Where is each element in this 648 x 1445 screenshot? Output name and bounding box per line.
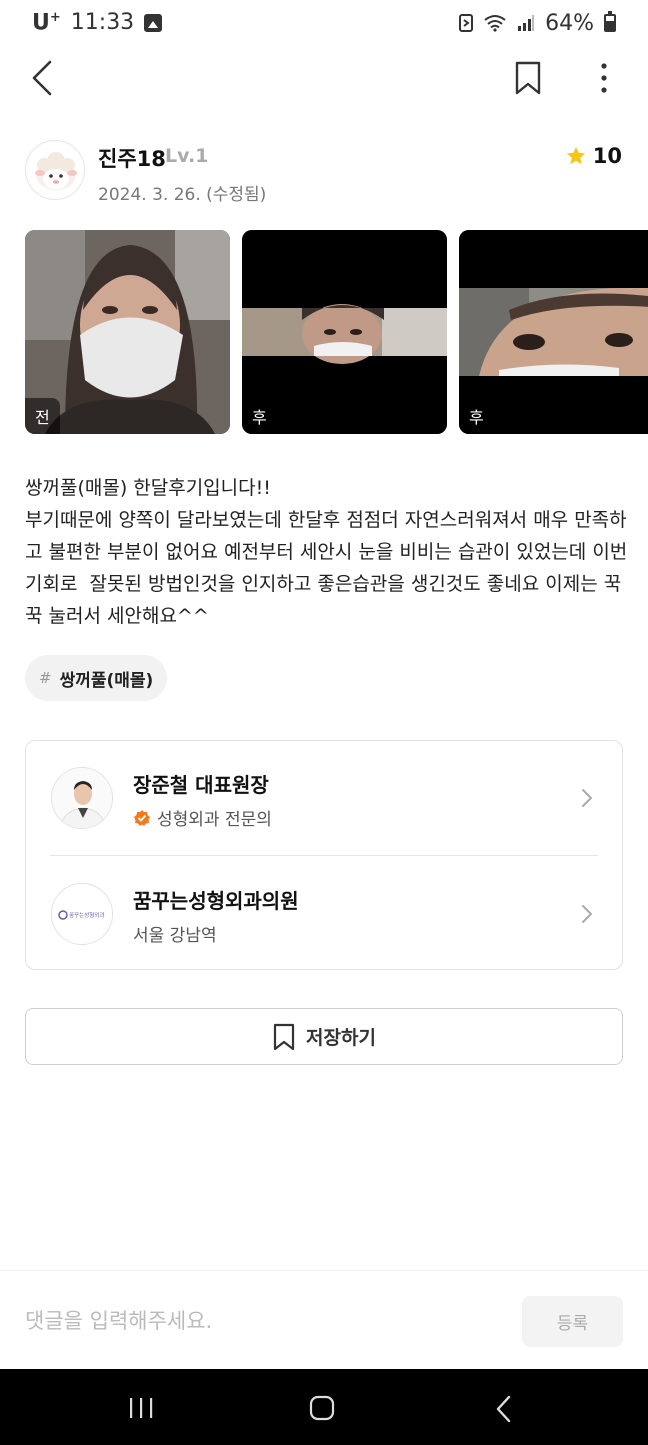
carrier-label: U+ xyxy=(32,10,61,35)
clinic-row[interactable]: 꿈꾸는성형외과 꿈꾸는성형외과의원 서울 강남역 xyxy=(26,857,622,971)
author-avatar[interactable] xyxy=(25,140,85,200)
post-body: 쌍꺼풀(매몰) 한달후기입니다!! 부기때문에 양쪽이 달라보였는데 한달후 점… xyxy=(25,477,628,627)
bookmark-icon xyxy=(515,61,541,95)
doctor-specialty: 성형외과 전문의 xyxy=(133,805,272,830)
back-button[interactable] xyxy=(28,58,60,98)
photo-carousel[interactable]: 전 후 후 xyxy=(25,230,648,434)
carrier-text: U xyxy=(32,10,50,36)
battery-icon xyxy=(604,11,616,32)
rating-value: 10 xyxy=(592,144,622,168)
clinic-logo: 꿈꾸는성형외과 xyxy=(51,883,113,945)
photo-after-2[interactable]: 후 xyxy=(459,230,648,434)
chevron-left-icon xyxy=(32,60,52,96)
rating: 10 xyxy=(565,144,622,168)
comment-input[interactable] xyxy=(25,1299,505,1343)
clinic-location: 서울 강남역 xyxy=(133,926,217,946)
more-options-button[interactable] xyxy=(588,58,620,98)
verified-badge-icon xyxy=(134,809,150,826)
status-left: U+ 11:33 xyxy=(32,10,163,36)
author-name[interactable]: 진주18 xyxy=(98,143,166,173)
post-date: 2024. 3. 26. (수정됨) xyxy=(98,185,267,205)
photo-before[interactable]: 전 xyxy=(25,230,230,434)
clinic-logo-icon: 꿈꾸는성형외과 xyxy=(52,884,112,944)
chevron-right-icon xyxy=(582,905,592,923)
bookmark-icon xyxy=(273,1023,295,1050)
carrier-plus: + xyxy=(49,10,61,26)
doctor-row[interactable]: 장준철 대표원장 성형외과 전문의 xyxy=(26,741,622,855)
status-bar: U+ 11:33 64% xyxy=(0,0,648,46)
wifi-icon xyxy=(484,15,506,32)
card-divider xyxy=(50,855,598,856)
clinic-logo-text: 꿈꾸는성형외과 xyxy=(69,911,104,919)
procedure-tag[interactable]: # 쌍꺼풀(매몰) xyxy=(25,655,168,701)
system-navigation-bar xyxy=(0,1369,648,1445)
photo-badge: 후 xyxy=(459,398,494,434)
doctor-portrait-icon xyxy=(52,768,112,828)
system-back-icon[interactable] xyxy=(495,1395,513,1423)
more-vertical-icon xyxy=(601,63,607,93)
star-icon xyxy=(566,146,585,165)
battery-percent: 64% xyxy=(545,10,594,36)
gallery-notification-icon xyxy=(144,13,163,32)
save-button[interactable]: 저장하기 xyxy=(25,1008,623,1065)
top-nav xyxy=(0,50,648,106)
sheep-avatar-icon xyxy=(35,152,77,190)
tag-label: 쌍꺼풀(매몰) xyxy=(59,670,154,691)
hash-icon: # xyxy=(39,669,52,687)
save-label: 저장하기 xyxy=(306,1027,376,1049)
doctor-clinic-card: 장준철 대표원장 성형외과 전문의 꿈꾸는성형외과 꿈꾸는성형외과의원 서울 강… xyxy=(25,740,623,970)
nfc-icon xyxy=(459,14,474,32)
home-icon[interactable] xyxy=(309,1395,335,1421)
photo-badge: 후 xyxy=(242,398,277,434)
doctor-name: 장준철 대표원장 xyxy=(133,773,269,797)
comment-bar: 등록 xyxy=(0,1270,648,1370)
clinic-name: 꿈꾸는성형외과의원 xyxy=(133,889,299,913)
recents-icon[interactable] xyxy=(128,1397,154,1419)
status-right: 64% xyxy=(459,11,616,36)
author-level: Lv.1 xyxy=(165,145,209,167)
signal-icon xyxy=(518,15,535,31)
chevron-right-icon xyxy=(582,789,592,807)
clock: 11:33 xyxy=(70,10,135,36)
doctor-avatar xyxy=(51,767,113,829)
bookmark-button[interactable] xyxy=(512,60,544,96)
specialty-label: 성형외과 전문의 xyxy=(157,810,272,830)
submit-comment-button[interactable]: 등록 xyxy=(522,1296,623,1347)
photo-after-1[interactable]: 후 xyxy=(242,230,447,434)
photo-badge: 전 xyxy=(25,398,60,434)
